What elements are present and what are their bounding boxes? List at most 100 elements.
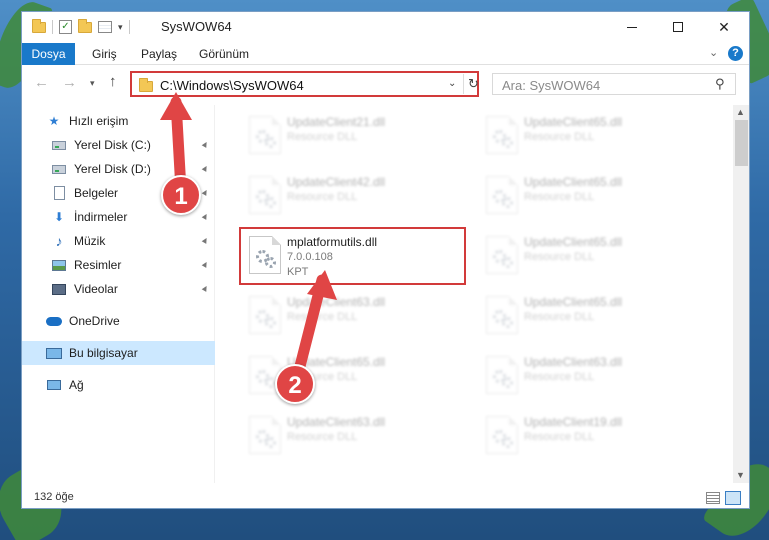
file-description: Resource DLL bbox=[287, 431, 358, 443]
tab-share[interactable]: Paylaş bbox=[131, 43, 187, 65]
file-tile[interactable]: UpdateClient63.dll Resource DLL bbox=[238, 289, 463, 343]
sidebar-item-this-pc[interactable]: Bu bilgisayar bbox=[22, 341, 215, 365]
dll-file-icon bbox=[486, 356, 518, 394]
vertical-scrollbar[interactable]: ▲ ▼ bbox=[733, 105, 749, 483]
sidebar-item-label: Belgeler bbox=[74, 186, 119, 200]
file-tile[interactable]: UpdateClient21.dll Resource DLL bbox=[238, 109, 463, 163]
file-tile[interactable]: UpdateClient19.dll Resource DLL bbox=[475, 409, 700, 463]
pictures-icon bbox=[51, 258, 67, 272]
dll-file-icon bbox=[486, 176, 518, 214]
dll-file-icon bbox=[486, 416, 518, 454]
step-2-badge: 2 bbox=[275, 364, 315, 404]
file-name: UpdateClient65.dll bbox=[524, 175, 623, 189]
dll-file-icon bbox=[249, 296, 281, 334]
new-folder-icon[interactable] bbox=[78, 18, 92, 33]
file-tile[interactable]: UpdateClient42.dll Resource DLL bbox=[238, 169, 463, 223]
back-arrow-icon[interactable]: ← bbox=[34, 74, 49, 91]
file-name: UpdateClient65.dll bbox=[524, 115, 623, 129]
address-path[interactable]: C:\Windows\SysWOW64 bbox=[160, 78, 304, 93]
file-description: Resource DLL bbox=[524, 311, 595, 323]
pin-icon[interactable]: ▲ bbox=[199, 233, 212, 246]
file-name: UpdateClient21.dll bbox=[287, 115, 386, 129]
sidebar-item-pictures[interactable]: Resimler ▲ bbox=[22, 253, 215, 277]
sidebar-item-music[interactable]: ♪ Müzik ▲ bbox=[22, 229, 215, 253]
drive-icon bbox=[51, 162, 67, 176]
pin-icon[interactable]: ▲ bbox=[199, 137, 212, 150]
refresh-icon[interactable]: ↻ bbox=[468, 76, 479, 92]
file-name: UpdateClient42.dll bbox=[287, 175, 386, 189]
file-description: Resource DLL bbox=[524, 191, 595, 203]
pin-icon[interactable]: ▲ bbox=[199, 161, 212, 174]
navigation-bar: ← → ▾ ↑ C:\Windows\SysWOW64 ⌄ ↻ Ara: Sys… bbox=[22, 67, 749, 99]
forward-arrow-icon[interactable]: → bbox=[62, 74, 77, 91]
address-bar[interactable]: C:\Windows\SysWOW64 ⌄ ↻ bbox=[130, 71, 479, 97]
file-name: UpdateClient63.dll bbox=[524, 355, 623, 369]
sidebar-item-label: Hızlı erişim bbox=[69, 114, 129, 128]
file-name: UpdateClient19.dll bbox=[524, 415, 623, 429]
highlight-box bbox=[239, 227, 466, 285]
file-tile[interactable]: UpdateClient65.dll Resource DLL bbox=[238, 349, 463, 403]
pin-icon[interactable]: ▲ bbox=[199, 257, 212, 270]
sidebar-item-disk-c[interactable]: Yerel Disk (C:) ▲ bbox=[22, 133, 215, 157]
search-placeholder: Ara: SysWOW64 bbox=[502, 78, 601, 93]
sidebar-item-label: Yerel Disk (C:) bbox=[74, 138, 151, 152]
sidebar-item-videos[interactable]: Videolar ▲ bbox=[22, 277, 215, 301]
minimize-button[interactable] bbox=[609, 12, 655, 42]
properties-check-icon[interactable]: ✓ bbox=[59, 20, 72, 34]
sidebar-item-label: Ağ bbox=[69, 378, 84, 392]
sidebar-item-label: Videolar bbox=[74, 282, 118, 296]
sidebar-item-label: Yerel Disk (D:) bbox=[74, 162, 151, 176]
address-dropdown-icon[interactable]: ⌄ bbox=[448, 78, 456, 89]
tiles-view-icon[interactable] bbox=[725, 491, 741, 505]
qa-dropdown-icon[interactable]: ▾ bbox=[118, 22, 123, 33]
file-tile[interactable]: UpdateClient65.dll Resource DLL bbox=[475, 169, 700, 223]
scroll-down-icon[interactable]: ▼ bbox=[736, 470, 745, 480]
maximize-icon bbox=[673, 22, 683, 32]
sidebar-item-network[interactable]: Ağ bbox=[22, 373, 215, 397]
file-description: Resource DLL bbox=[287, 311, 358, 323]
file-name: UpdateClient65.dll bbox=[524, 295, 623, 309]
tab-view[interactable]: Görünüm bbox=[189, 43, 259, 65]
search-input[interactable]: Ara: SysWOW64 ⚲ bbox=[492, 73, 736, 95]
sidebar-item-label: İndirmeler bbox=[74, 210, 128, 224]
ribbon-expand-icon[interactable]: ⌄ bbox=[709, 46, 718, 59]
dll-file-icon bbox=[486, 116, 518, 154]
file-tile[interactable]: UpdateClient63.dll Resource DLL bbox=[238, 409, 463, 463]
customize-icon[interactable] bbox=[98, 21, 112, 33]
file-description: Resource DLL bbox=[287, 191, 358, 203]
file-tile[interactable]: UpdateClient65.dll Resource DLL bbox=[475, 289, 700, 343]
ribbon-tabs: Dosya Giriş Paylaş Görünüm ⌄ ? bbox=[22, 43, 749, 65]
file-description: Resource DLL bbox=[524, 131, 595, 143]
drive-icon bbox=[51, 138, 67, 152]
scroll-thumb[interactable] bbox=[735, 120, 748, 166]
navigation-pane: ★ Hızlı erişim Yerel Disk (C:) ▲ Yerel D… bbox=[22, 105, 215, 483]
separator bbox=[128, 20, 130, 34]
download-icon: ⬇ bbox=[53, 210, 65, 224]
separator bbox=[463, 74, 464, 94]
file-tile[interactable]: UpdateClient65.dll Resource DLL bbox=[475, 109, 700, 163]
recent-locations-dropdown-icon[interactable]: ▾ bbox=[90, 78, 95, 89]
window-title: SysWOW64 bbox=[161, 19, 232, 34]
file-description: Resource DLL bbox=[524, 371, 595, 383]
pin-icon[interactable]: ▲ bbox=[199, 185, 212, 198]
title-bar: ✓ ▾ SysWOW64 ✕ bbox=[22, 12, 749, 42]
maximize-button[interactable] bbox=[655, 12, 701, 42]
file-list: UpdateClient21.dll Resource DLL UpdateCl… bbox=[228, 105, 731, 483]
file-tile[interactable]: UpdateClient63.dll Resource DLL bbox=[475, 349, 700, 403]
quick-access-toolbar: ✓ ▾ bbox=[32, 18, 130, 35]
up-arrow-icon[interactable]: ↑ bbox=[109, 73, 117, 90]
file-description: Resource DLL bbox=[287, 131, 358, 143]
tab-file[interactable]: Dosya bbox=[22, 43, 75, 65]
tab-home[interactable]: Giriş bbox=[82, 43, 127, 65]
sidebar-item-onedrive[interactable]: OneDrive bbox=[22, 309, 215, 333]
close-button[interactable]: ✕ bbox=[701, 12, 747, 42]
sidebar-item-quick-access[interactable]: ★ Hızlı erişim bbox=[22, 109, 215, 133]
sidebar-item-label: OneDrive bbox=[69, 314, 120, 328]
pin-icon[interactable]: ▲ bbox=[199, 209, 212, 222]
details-view-icon[interactable] bbox=[706, 492, 720, 504]
file-tile[interactable]: UpdateClient65.dll Resource DLL bbox=[475, 229, 700, 283]
scroll-up-icon[interactable]: ▲ bbox=[736, 107, 745, 117]
pin-icon[interactable]: ▲ bbox=[199, 281, 212, 294]
help-icon[interactable]: ? bbox=[728, 46, 743, 61]
search-icon[interactable]: ⚲ bbox=[715, 76, 725, 92]
